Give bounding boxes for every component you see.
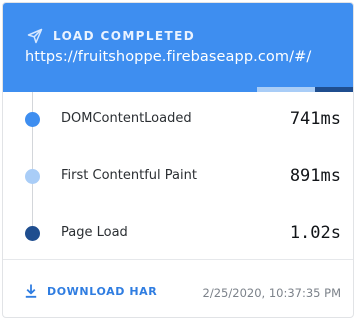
metric-label: DOMContentLoaded	[61, 111, 192, 126]
metric-value: 741ms	[289, 109, 341, 129]
metric-dot	[25, 169, 40, 184]
metric-label: First Contentful Paint	[61, 168, 197, 183]
metric-row-first-contentful-paint: First Contentful Paint 891ms	[3, 149, 353, 205]
metric-row-page-load: Page Load 1.02s	[3, 206, 353, 262]
download-har-label: DOWNLOAD HAR	[47, 284, 158, 298]
download-icon	[25, 284, 37, 298]
metric-dot	[25, 226, 40, 241]
load-status-header: LOAD COMPLETED https://fruitshoppe.fireb…	[3, 3, 353, 87]
metric-row-dom-content-loaded: DOMContentLoaded 741ms	[3, 92, 353, 148]
send-icon	[27, 28, 43, 44]
status-row: LOAD COMPLETED	[27, 27, 195, 45]
load-timestamp: 2/25/2020, 10:37:35 PM	[202, 286, 341, 300]
metric-value: 891ms	[289, 166, 341, 186]
metric-label: Page Load	[61, 225, 128, 240]
load-summary-card: LOAD COMPLETED https://fruitshoppe.fireb…	[2, 2, 354, 318]
download-har-button[interactable]: DOWNLOAD HAR	[25, 284, 157, 298]
page-url: https://fruitshoppe.firebaseapp.com/#/	[25, 49, 312, 65]
footer-divider	[3, 259, 353, 260]
status-label: LOAD COMPLETED	[53, 29, 196, 43]
metric-dot	[25, 112, 40, 127]
metric-value: 1.02s	[289, 223, 341, 243]
